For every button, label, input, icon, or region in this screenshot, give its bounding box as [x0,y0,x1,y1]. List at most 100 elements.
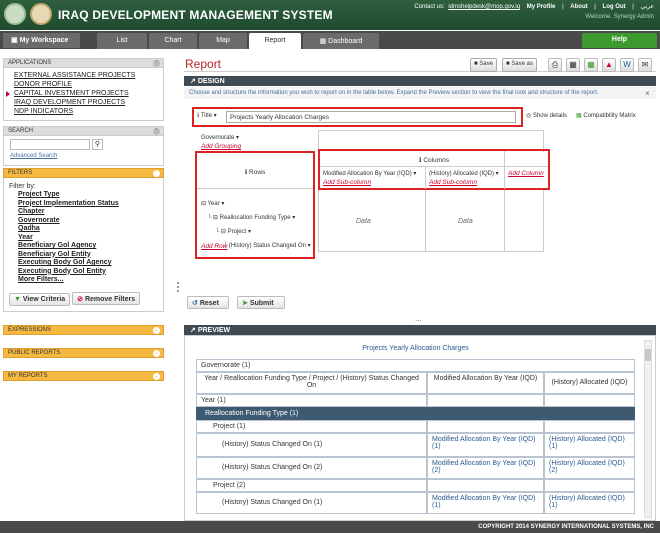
funnel-icon: ▼ [14,295,21,303]
dropdown-arrow-icon: ▾ [236,135,240,141]
search-input[interactable] [10,139,90,150]
my-profile-link[interactable]: My Profile [527,4,556,10]
my-workspace-button[interactable]: ▣ My Workspace [3,33,80,48]
more-filters-link[interactable]: More Filters... [9,276,159,285]
print-preview-icon[interactable]: ▦ [566,58,580,72]
filter-year[interactable]: Year [9,234,159,243]
resize-handle[interactable]: ⋯ [415,317,422,325]
main-navbar: ▣ My Workspace List Chart Map Report ▦ D… [0,31,660,49]
footer: COPYRIGHT 2014 SYNERGY INTERNATIONAL SYS… [0,521,660,533]
language-link[interactable]: عربي [640,4,654,10]
pdf-icon[interactable]: ▲ [602,58,616,72]
contact-email-link[interactable]: idmshelpdesk@mop.gov.iq [448,4,520,10]
collapse-icon[interactable]: ⌃ [153,170,160,177]
expand-icon[interactable]: ⌄ [153,350,160,357]
remove-filters-button[interactable]: ⊘ Remove Filters [72,291,141,305]
filter-governorate[interactable]: Governorate [9,217,159,226]
rows-header: ℹ Rows [197,153,313,189]
view-criteria-button[interactable]: ▼ View Criteria [9,292,71,306]
preview-funding-row: Reallocation Funding Type (1) [196,407,635,420]
advanced-search-link[interactable]: Advanced Search [10,153,157,159]
row-item-funding-type[interactable]: └ ⊟ Reallocation Funding Type ▾ [201,211,311,225]
public-reports-header[interactable]: PUBLIC REPORTS ⌄ [3,348,164,358]
app-item-external-assistance[interactable]: EXTERNAL ASSISTANCE PROJECTS [14,71,157,80]
col-header-2: Modified Allocation By Year (IQD) [427,372,544,394]
remove-icon: ⊘ [77,295,83,303]
show-details-toggle[interactable]: ◎ Show details [526,112,567,119]
filter-qadha[interactable]: Qadha [9,225,159,234]
help-button[interactable]: Help [582,33,657,48]
about-link[interactable]: About [570,4,587,10]
filter-implementation-status[interactable]: Project Implementation Status [9,200,159,209]
preview-data-row: (History) Status Changed On (1) Modified… [196,433,635,457]
preview-group-row: Governorate (1) [196,359,635,372]
report-title-input[interactable]: Projects Yearly Allocation Charges [226,111,516,123]
tab-dashboard[interactable]: ▦ Dashboard [303,33,379,49]
compatibility-matrix-link[interactable]: ▦ Compatibility Matrix [576,112,636,119]
expressions-header[interactable]: EXPRESSIONS ⌄ [3,325,164,335]
collapse-icon[interactable]: ⌃ [153,128,160,135]
preview-year-row: Year (1) [196,394,635,407]
save-button[interactable]: ■ Save [470,58,497,72]
excel-icon[interactable]: ▦ [584,58,598,72]
filter-executing-agency[interactable]: Executing Body Gol Agency [9,259,159,268]
search-icon[interactable]: ⚲ [91,139,103,150]
title-field[interactable]: ℹ Title ▾ [197,112,217,119]
sidebar-splitter[interactable] [177,282,179,292]
preview-header[interactable]: ↗ PREVIEW [184,325,656,335]
details-icon: ◎ [526,113,532,119]
print-icon[interactable]: ⎙ [548,58,562,72]
add-grouping-link[interactable]: Add Grouping [201,143,241,150]
expand-icon[interactable]: ⌄ [153,373,160,380]
app-item-iraq-development[interactable]: IRAQ DEVELOPMENT PROJECTS [14,98,157,107]
add-subcolumn-link-2[interactable]: Add Sub-column [429,179,477,186]
email-icon[interactable]: ✉ [638,58,652,72]
save-as-button[interactable]: ■ Save as [502,58,537,72]
add-column-link[interactable]: Add Column [508,170,544,177]
tab-list[interactable]: List [97,33,147,49]
app-item-donor-profile[interactable]: DONOR PROFILE [14,80,157,89]
filter-project-type[interactable]: Project Type [9,191,159,200]
preview-data-row: (History) Status Changed On (1) Modified… [196,492,635,514]
save-as-icon: ■ [506,61,510,67]
top-links: Contact us: idmshelpdesk@mop.gov.iq My P… [409,2,654,22]
dropdown-arrow-icon: ▾ [213,113,217,119]
tab-chart[interactable]: Chart [149,33,197,49]
column-history-allocated[interactable]: (History) Allocated (IQD) ▾ [429,170,499,177]
design-instructions: Choose and structure the information you… [184,87,656,99]
add-row-link[interactable]: Add Row [201,243,227,250]
design-header[interactable]: ↗ DESIGN [184,76,656,86]
expand-icon[interactable]: ⌄ [153,327,160,334]
submit-button[interactable]: ➤ Submit [237,296,285,309]
filter-chapter[interactable]: Chapter [9,208,159,217]
save-icon: ■ [474,61,478,67]
expressions-panel[interactable]: EXPRESSIONS ⌄ [3,325,164,335]
collapse-icon[interactable]: ⌃ [153,60,160,67]
preview-scrollbar[interactable] [644,340,652,518]
my-reports-panel[interactable]: MY REPORTS ⌄ [3,371,164,381]
app-item-capital-investment[interactable]: CAPITAL INVESTMENT PROJECTS [6,89,157,98]
close-info-icon[interactable]: × [645,89,650,98]
row-item-project[interactable]: └ ⊟ Project ▾ [201,225,311,239]
welcome-text: Welcome, Synergy Admin [585,14,654,20]
matrix-icon: ▦ [576,113,582,119]
logout-link[interactable]: Log Out [603,4,626,10]
column-modified-allocation[interactable]: Modified Allocation By Year (IQD) ▾ [323,170,416,177]
app-item-ndp-indicators[interactable]: NDP INDICATORS [14,107,157,116]
applications-panel: APPLICATIONS ⌃ EXTERNAL ASSISTANCE PROJEC… [3,58,164,121]
tab-map[interactable]: Map [199,33,247,49]
row-item-year[interactable]: ⊟ Year ▾ [201,197,311,211]
briefcase-icon: ▣ [11,37,20,44]
reset-button[interactable]: ↺ Reset [187,296,229,309]
my-reports-header[interactable]: MY REPORTS ⌄ [3,371,164,381]
tab-report[interactable]: Report [249,33,301,49]
dashboard-icon: ▦ [319,38,329,45]
filter-beneficiary-agency[interactable]: Beneficiary Gol Agency [9,242,159,251]
filter-beneficiary-entity[interactable]: Beneficiary Gol Entity [9,251,159,260]
add-subcolumn-link-1[interactable]: Add Sub-column [323,179,371,186]
filter-executing-entity[interactable]: Executing Body Gol Entity [9,268,159,277]
public-reports-panel[interactable]: PUBLIC REPORTS ⌄ [3,348,164,358]
governorate-grouping[interactable]: Governorate ▾ [201,134,239,141]
contact-label: Contact us: [414,4,445,10]
word-icon[interactable]: W [620,58,634,72]
